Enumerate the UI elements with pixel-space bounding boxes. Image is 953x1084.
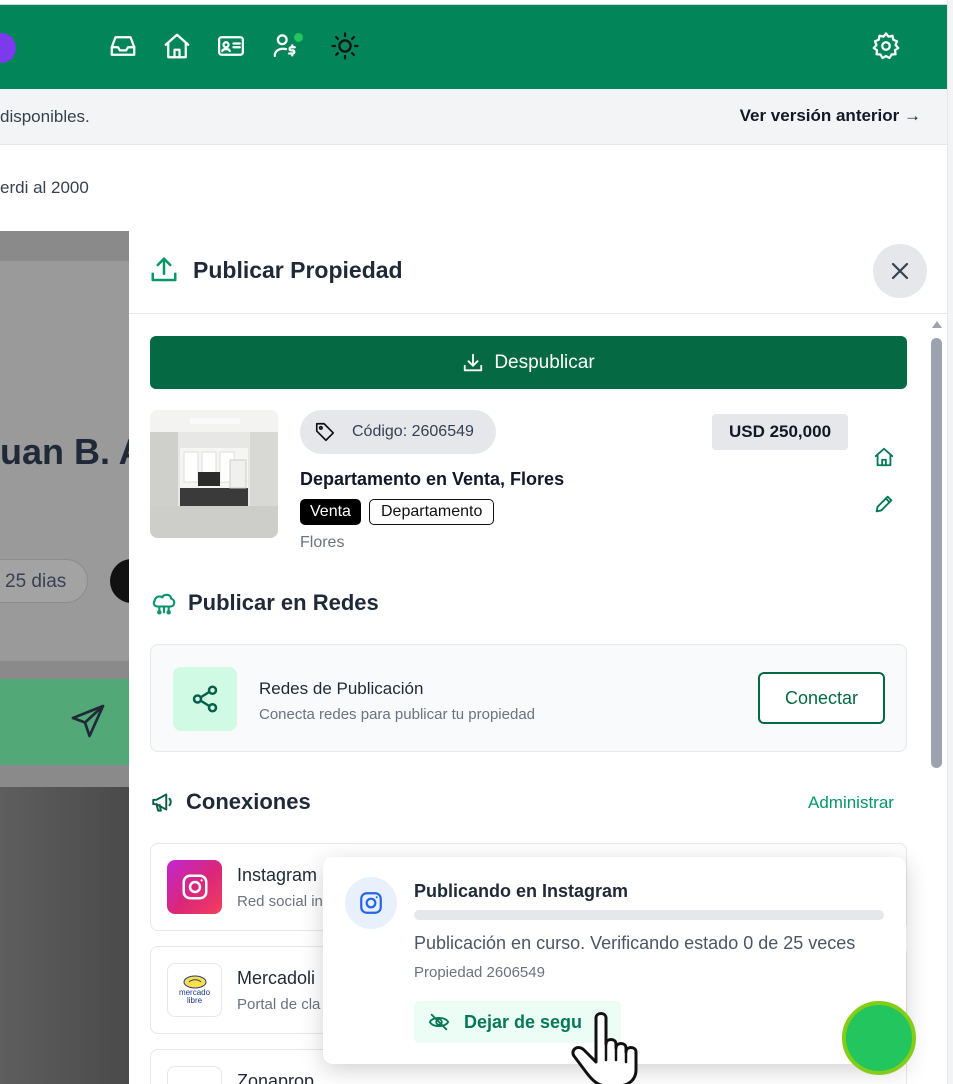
pencil-icon [875,495,893,513]
connection-subtitle: Portal de cla [237,996,321,1013]
unpublish-label: Despublicar [494,351,595,373]
close-icon [891,262,909,280]
connection-name: Zonaprop [237,1071,315,1084]
chat-fab-button[interactable] [842,1001,916,1075]
background-photo [0,787,129,1084]
panel-title: Publicar Propiedad [193,257,403,283]
mercadolibre-logo-icon: mercado libre [167,963,222,1017]
share-icon-box [173,667,237,731]
redes-heading: Publicar en Redes [188,590,379,615]
instagram-glyph-icon [182,874,207,900]
address-text: erdi al 2000 [0,178,89,197]
avatar[interactable] [0,33,16,63]
background-send-button [0,679,129,765]
toast-property: Propiedad 2606549 [414,964,545,981]
property-code-pill: Código: 2606549 [300,410,496,454]
redes-subtitle: Conecta redes para publicar tu propiedad [259,706,536,723]
conexiones-heading: Conexiones [186,789,311,814]
toast-message: Publicación en curso. Verificando estado… [414,933,856,953]
instagram-icon [360,892,382,914]
edit-property-button[interactable] [873,493,895,515]
handshake-icon [183,975,206,989]
online-status-dot [292,31,305,44]
tag-icon [315,422,335,442]
panel-header: Publicar Propiedad [129,231,947,314]
inbox-icon[interactable] [108,31,138,61]
operation-badge: Venta [300,499,361,525]
home-icon [874,447,894,467]
background-days-pill: 25 dias [0,559,88,603]
unpublish-button[interactable]: Despublicar [150,336,907,389]
property-price: USD 250,000 [712,414,848,450]
property-type-badge: Departamento [369,499,495,525]
sun-icon[interactable] [330,31,360,61]
cloud-network-icon [152,593,176,615]
redes-card: Redes de Publicación Conecta redes para … [150,644,907,752]
previous-version-link[interactable]: Ver versión anterior → [740,106,921,126]
scroll-thumb[interactable] [931,338,942,768]
redes-title: Redes de Publicación [259,679,424,698]
backdrop-overlay[interactable]: uan B. A 25 dias [0,231,129,1084]
upload-icon [149,255,179,285]
administrar-link[interactable]: Administrar [808,793,894,813]
connect-button[interactable]: Conectar [758,672,885,724]
background-title: uan B. A [0,431,129,472]
notice-bar: disponibles. Ver versión anterior → [0,89,947,145]
share-icon [192,685,218,713]
conexiones-section-header: Conexiones [150,789,311,815]
toast-title: Publicando en Instagram [414,881,629,901]
notice-text: disponibles. [0,107,90,126]
connection-name: Mercadoli [237,968,316,988]
eye-off-icon [428,1013,450,1031]
top-navbar [0,5,947,89]
hand-cursor-icon [566,1008,661,1084]
view-property-button[interactable] [873,446,895,468]
mercadolibre-logo-text: mercado libre [178,988,211,1005]
days-pill-label: 25 dias [5,571,67,592]
instagram-logo-icon [167,860,222,914]
scroll-up-arrow-icon[interactable] [932,321,942,328]
property-thumbnail[interactable] [150,410,278,538]
zonaprop-logo-icon [167,1066,222,1084]
property-location: Flores [300,534,345,551]
send-icon [71,704,105,738]
property-title: Departamento en Venta, Flores [300,469,565,489]
panel-scrollbar[interactable] [931,321,943,1084]
connection-name: Instagram [237,865,318,885]
download-icon [464,353,483,371]
property-code: Código: 2606549 [352,423,474,440]
property-photo [150,410,278,538]
megaphone-icon [152,793,172,812]
gear-icon[interactable] [871,31,901,61]
instagram-toast-icon [345,877,397,929]
close-button[interactable] [873,244,927,298]
connection-subtitle: Red social in [237,893,323,910]
stop-following-label: Dejar de segu [464,1011,583,1032]
contact-card-icon[interactable] [216,31,246,61]
home-icon[interactable] [162,31,192,61]
redes-section-header: Publicar en Redes [150,589,379,617]
window-scroll-strip [947,0,953,1084]
toast-progress-bar [414,910,884,920]
address-row: erdi al 2000 [0,145,947,231]
